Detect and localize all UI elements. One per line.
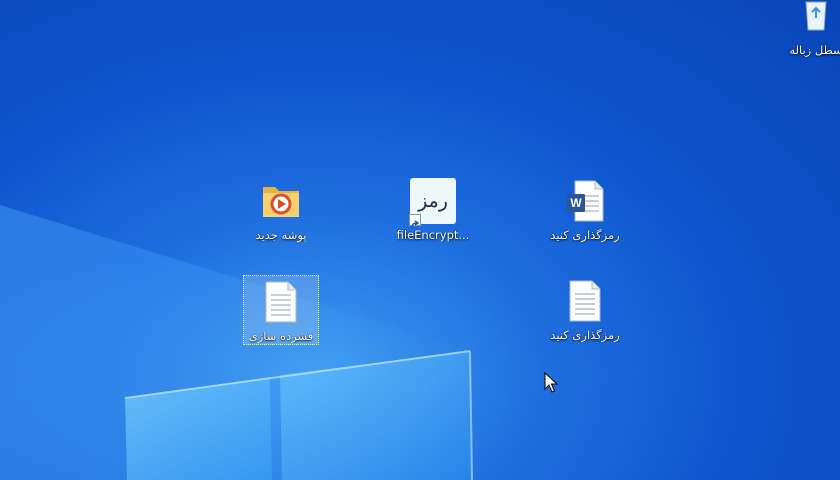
desktop-icon-new-folder[interactable]: پوشه جدید xyxy=(243,175,319,245)
icon-label: فشرده سازی xyxy=(248,329,314,343)
icon-label: پوشه جدید xyxy=(255,228,307,242)
shortcut-arrow-icon xyxy=(409,214,421,229)
recycle-bin-label: سطل زباله xyxy=(789,43,840,57)
desktop-icon-text-doc[interactable]: رمزگذاری کنید xyxy=(547,275,623,345)
text-document-icon xyxy=(257,278,305,326)
icon-label: fileEncrypt... xyxy=(396,228,470,242)
text-document-icon xyxy=(561,277,609,325)
mouse-pointer-icon xyxy=(544,372,558,393)
icon-label: رمزگذاری کنید xyxy=(550,228,620,242)
desktop[interactable]: سطل زباله پوشه جدید رمز fileEncrypt... W… xyxy=(0,0,840,480)
folder-icon xyxy=(257,177,305,225)
icon-label: رمزگذاری کنید xyxy=(550,328,620,342)
word-document-icon: W xyxy=(561,177,609,225)
svg-text:W: W xyxy=(570,196,582,210)
recycle-bin-icon xyxy=(792,0,840,40)
desktop-icon-recycle-bin[interactable]: سطل زباله xyxy=(778,0,840,60)
desktop-icon-compress-doc[interactable]: فشرده سازی xyxy=(243,275,319,345)
desktop-icon-file-encrypt[interactable]: رمز fileEncrypt... xyxy=(395,175,471,245)
desktop-icon-word-doc[interactable]: W رمزگذاری کنید xyxy=(547,175,623,245)
ramz-app-icon: رمز xyxy=(409,177,457,229)
